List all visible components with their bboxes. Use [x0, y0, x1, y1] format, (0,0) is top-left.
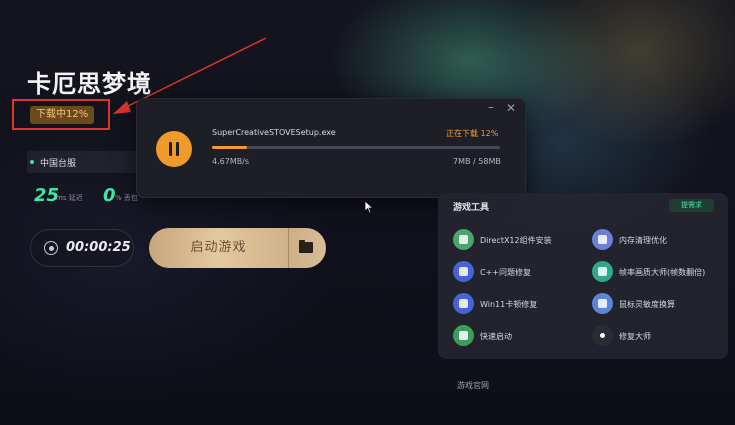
official-site-link[interactable]: 游戏官网	[457, 380, 489, 391]
fps-icon	[592, 261, 613, 282]
tool-item-label: 鼠标灵敏度换算	[619, 300, 675, 309]
tool-item-label: 内存清理优化	[619, 236, 667, 245]
packet-loss-unit: % 丢包	[115, 194, 138, 202]
launch-game-button[interactable]: 启动游戏	[149, 228, 288, 268]
memory-icon	[592, 229, 613, 250]
tool-item-label: 快速启动	[480, 332, 512, 341]
wrench-icon	[453, 261, 474, 282]
minimize-button[interactable]: –	[488, 100, 494, 114]
request-feature-button[interactable]: 提需求	[669, 199, 714, 212]
download-progress-track	[212, 146, 500, 149]
mouse-cursor-icon	[364, 200, 374, 214]
server-status-dot	[30, 160, 34, 164]
download-size: 7MB / 58MB	[453, 157, 501, 166]
repair-icon	[592, 325, 613, 346]
pause-icon	[169, 142, 172, 156]
stop-icon-dot	[48, 245, 54, 251]
server-name: 中国台服	[40, 159, 77, 169]
pause-icon-bar	[176, 142, 179, 156]
directx-icon	[453, 229, 474, 250]
close-button[interactable]: ✕	[506, 101, 516, 115]
tool-item-label: 帧率画质大师(帧数翻倍)	[619, 268, 706, 277]
download-status: 正在下载 12%	[446, 129, 499, 138]
pause-download-button[interactable]	[156, 131, 192, 167]
rocket-icon	[453, 325, 474, 346]
packet-loss-value: 0	[103, 185, 116, 206]
latency-unit: ms 延迟	[56, 194, 83, 202]
tool-item-label: C++问题修复	[480, 268, 531, 277]
download-progress-fill	[212, 146, 247, 149]
folder-icon	[299, 242, 313, 253]
mouse-icon	[592, 293, 613, 314]
tool-item-label: Win11卡顿修复	[480, 300, 538, 309]
wrench-icon	[453, 293, 474, 314]
game-title: 卡厄思梦境	[27, 70, 152, 98]
tool-item-label: DirectX12组件安装	[480, 236, 552, 245]
download-progress-badge: 下载中12%	[30, 106, 95, 124]
timer-elapsed: 00:00:25	[66, 240, 131, 255]
tools-title: 游戏工具	[453, 203, 490, 213]
download-speed: 4.67MB/s	[212, 157, 250, 166]
tool-item-label: 修复大师	[619, 332, 651, 341]
download-file-name: SuperCreativeSTOVESetup.exe	[212, 128, 336, 137]
